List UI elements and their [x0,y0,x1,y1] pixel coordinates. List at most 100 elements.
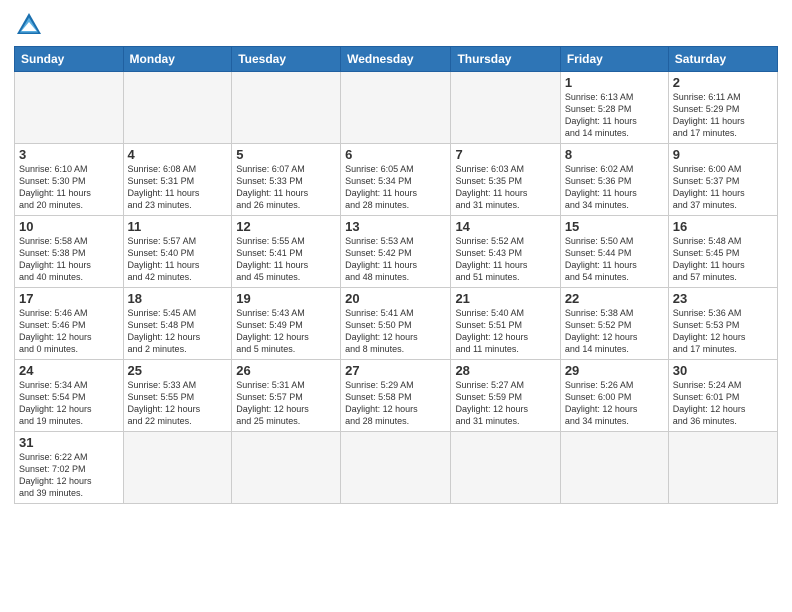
day-info: Sunrise: 5:26 AM Sunset: 6:00 PM Dayligh… [565,379,664,428]
day-info: Sunrise: 5:57 AM Sunset: 5:40 PM Dayligh… [128,235,228,284]
calendar-cell [451,432,560,504]
day-number: 20 [345,291,446,306]
calendar-week-row: 31Sunrise: 6:22 AM Sunset: 7:02 PM Dayli… [15,432,778,504]
day-number: 18 [128,291,228,306]
calendar-cell: 19Sunrise: 5:43 AM Sunset: 5:49 PM Dayli… [232,288,341,360]
calendar-cell: 20Sunrise: 5:41 AM Sunset: 5:50 PM Dayli… [341,288,451,360]
calendar-week-row: 24Sunrise: 5:34 AM Sunset: 5:54 PM Dayli… [15,360,778,432]
day-info: Sunrise: 5:52 AM Sunset: 5:43 PM Dayligh… [455,235,555,284]
day-info: Sunrise: 6:07 AM Sunset: 5:33 PM Dayligh… [236,163,336,212]
day-info: Sunrise: 5:46 AM Sunset: 5:46 PM Dayligh… [19,307,119,356]
day-number: 11 [128,219,228,234]
day-info: Sunrise: 5:36 AM Sunset: 5:53 PM Dayligh… [673,307,773,356]
day-number: 10 [19,219,119,234]
day-number: 27 [345,363,446,378]
day-info: Sunrise: 6:11 AM Sunset: 5:29 PM Dayligh… [673,91,773,140]
day-info: Sunrise: 6:10 AM Sunset: 5:30 PM Dayligh… [19,163,119,212]
calendar-cell: 15Sunrise: 5:50 AM Sunset: 5:44 PM Dayli… [560,216,668,288]
calendar-cell [560,432,668,504]
weekday-header-friday: Friday [560,47,668,72]
calendar-cell: 6Sunrise: 6:05 AM Sunset: 5:34 PM Daylig… [341,144,451,216]
weekday-header-thursday: Thursday [451,47,560,72]
day-number: 9 [673,147,773,162]
day-number: 2 [673,75,773,90]
day-number: 31 [19,435,119,450]
calendar-cell: 26Sunrise: 5:31 AM Sunset: 5:57 PM Dayli… [232,360,341,432]
calendar-cell: 1Sunrise: 6:13 AM Sunset: 5:28 PM Daylig… [560,72,668,144]
day-number: 15 [565,219,664,234]
day-number: 3 [19,147,119,162]
day-number: 29 [565,363,664,378]
calendar-cell [668,432,777,504]
calendar-cell: 7Sunrise: 6:03 AM Sunset: 5:35 PM Daylig… [451,144,560,216]
weekday-header-sunday: Sunday [15,47,124,72]
calendar-table: SundayMondayTuesdayWednesdayThursdayFrid… [14,46,778,504]
calendar-cell: 13Sunrise: 5:53 AM Sunset: 5:42 PM Dayli… [341,216,451,288]
weekday-header-saturday: Saturday [668,47,777,72]
calendar-cell [451,72,560,144]
weekday-header-tuesday: Tuesday [232,47,341,72]
day-number: 13 [345,219,446,234]
calendar-cell: 30Sunrise: 5:24 AM Sunset: 6:01 PM Dayli… [668,360,777,432]
calendar-cell: 14Sunrise: 5:52 AM Sunset: 5:43 PM Dayli… [451,216,560,288]
day-number: 25 [128,363,228,378]
calendar-cell: 2Sunrise: 6:11 AM Sunset: 5:29 PM Daylig… [668,72,777,144]
calendar-cell [15,72,124,144]
day-number: 21 [455,291,555,306]
calendar-cell [341,432,451,504]
day-number: 6 [345,147,446,162]
calendar-cell: 17Sunrise: 5:46 AM Sunset: 5:46 PM Dayli… [15,288,124,360]
day-info: Sunrise: 6:13 AM Sunset: 5:28 PM Dayligh… [565,91,664,140]
calendar-cell: 9Sunrise: 6:00 AM Sunset: 5:37 PM Daylig… [668,144,777,216]
calendar-cell: 31Sunrise: 6:22 AM Sunset: 7:02 PM Dayli… [15,432,124,504]
logo [14,10,48,40]
day-info: Sunrise: 5:33 AM Sunset: 5:55 PM Dayligh… [128,379,228,428]
day-number: 19 [236,291,336,306]
day-info: Sunrise: 5:48 AM Sunset: 5:45 PM Dayligh… [673,235,773,284]
calendar-cell [341,72,451,144]
calendar-cell: 25Sunrise: 5:33 AM Sunset: 5:55 PM Dayli… [123,360,232,432]
day-info: Sunrise: 5:41 AM Sunset: 5:50 PM Dayligh… [345,307,446,356]
day-info: Sunrise: 5:55 AM Sunset: 5:41 PM Dayligh… [236,235,336,284]
calendar-week-row: 3Sunrise: 6:10 AM Sunset: 5:30 PM Daylig… [15,144,778,216]
calendar-week-row: 10Sunrise: 5:58 AM Sunset: 5:38 PM Dayli… [15,216,778,288]
day-number: 8 [565,147,664,162]
calendar-cell: 4Sunrise: 6:08 AM Sunset: 5:31 PM Daylig… [123,144,232,216]
weekday-header-monday: Monday [123,47,232,72]
day-info: Sunrise: 6:08 AM Sunset: 5:31 PM Dayligh… [128,163,228,212]
weekday-header-wednesday: Wednesday [341,47,451,72]
day-number: 30 [673,363,773,378]
day-info: Sunrise: 6:22 AM Sunset: 7:02 PM Dayligh… [19,451,119,500]
calendar-cell: 29Sunrise: 5:26 AM Sunset: 6:00 PM Dayli… [560,360,668,432]
day-info: Sunrise: 5:43 AM Sunset: 5:49 PM Dayligh… [236,307,336,356]
calendar-cell [232,432,341,504]
day-info: Sunrise: 5:45 AM Sunset: 5:48 PM Dayligh… [128,307,228,356]
day-info: Sunrise: 5:58 AM Sunset: 5:38 PM Dayligh… [19,235,119,284]
day-number: 7 [455,147,555,162]
calendar-cell [123,72,232,144]
day-info: Sunrise: 5:29 AM Sunset: 5:58 PM Dayligh… [345,379,446,428]
day-number: 17 [19,291,119,306]
calendar-cell: 12Sunrise: 5:55 AM Sunset: 5:41 PM Dayli… [232,216,341,288]
day-info: Sunrise: 5:31 AM Sunset: 5:57 PM Dayligh… [236,379,336,428]
day-number: 23 [673,291,773,306]
day-number: 5 [236,147,336,162]
day-info: Sunrise: 6:02 AM Sunset: 5:36 PM Dayligh… [565,163,664,212]
calendar-cell: 10Sunrise: 5:58 AM Sunset: 5:38 PM Dayli… [15,216,124,288]
day-number: 1 [565,75,664,90]
logo-icon [14,10,44,40]
day-info: Sunrise: 5:38 AM Sunset: 5:52 PM Dayligh… [565,307,664,356]
page-container: SundayMondayTuesdayWednesdayThursdayFrid… [0,0,792,510]
day-info: Sunrise: 5:34 AM Sunset: 5:54 PM Dayligh… [19,379,119,428]
day-info: Sunrise: 5:27 AM Sunset: 5:59 PM Dayligh… [455,379,555,428]
header-area [14,10,778,40]
day-info: Sunrise: 5:40 AM Sunset: 5:51 PM Dayligh… [455,307,555,356]
calendar-cell: 16Sunrise: 5:48 AM Sunset: 5:45 PM Dayli… [668,216,777,288]
calendar-cell: 21Sunrise: 5:40 AM Sunset: 5:51 PM Dayli… [451,288,560,360]
day-number: 28 [455,363,555,378]
day-info: Sunrise: 6:00 AM Sunset: 5:37 PM Dayligh… [673,163,773,212]
day-number: 16 [673,219,773,234]
day-number: 26 [236,363,336,378]
calendar-week-row: 17Sunrise: 5:46 AM Sunset: 5:46 PM Dayli… [15,288,778,360]
day-info: Sunrise: 6:05 AM Sunset: 5:34 PM Dayligh… [345,163,446,212]
